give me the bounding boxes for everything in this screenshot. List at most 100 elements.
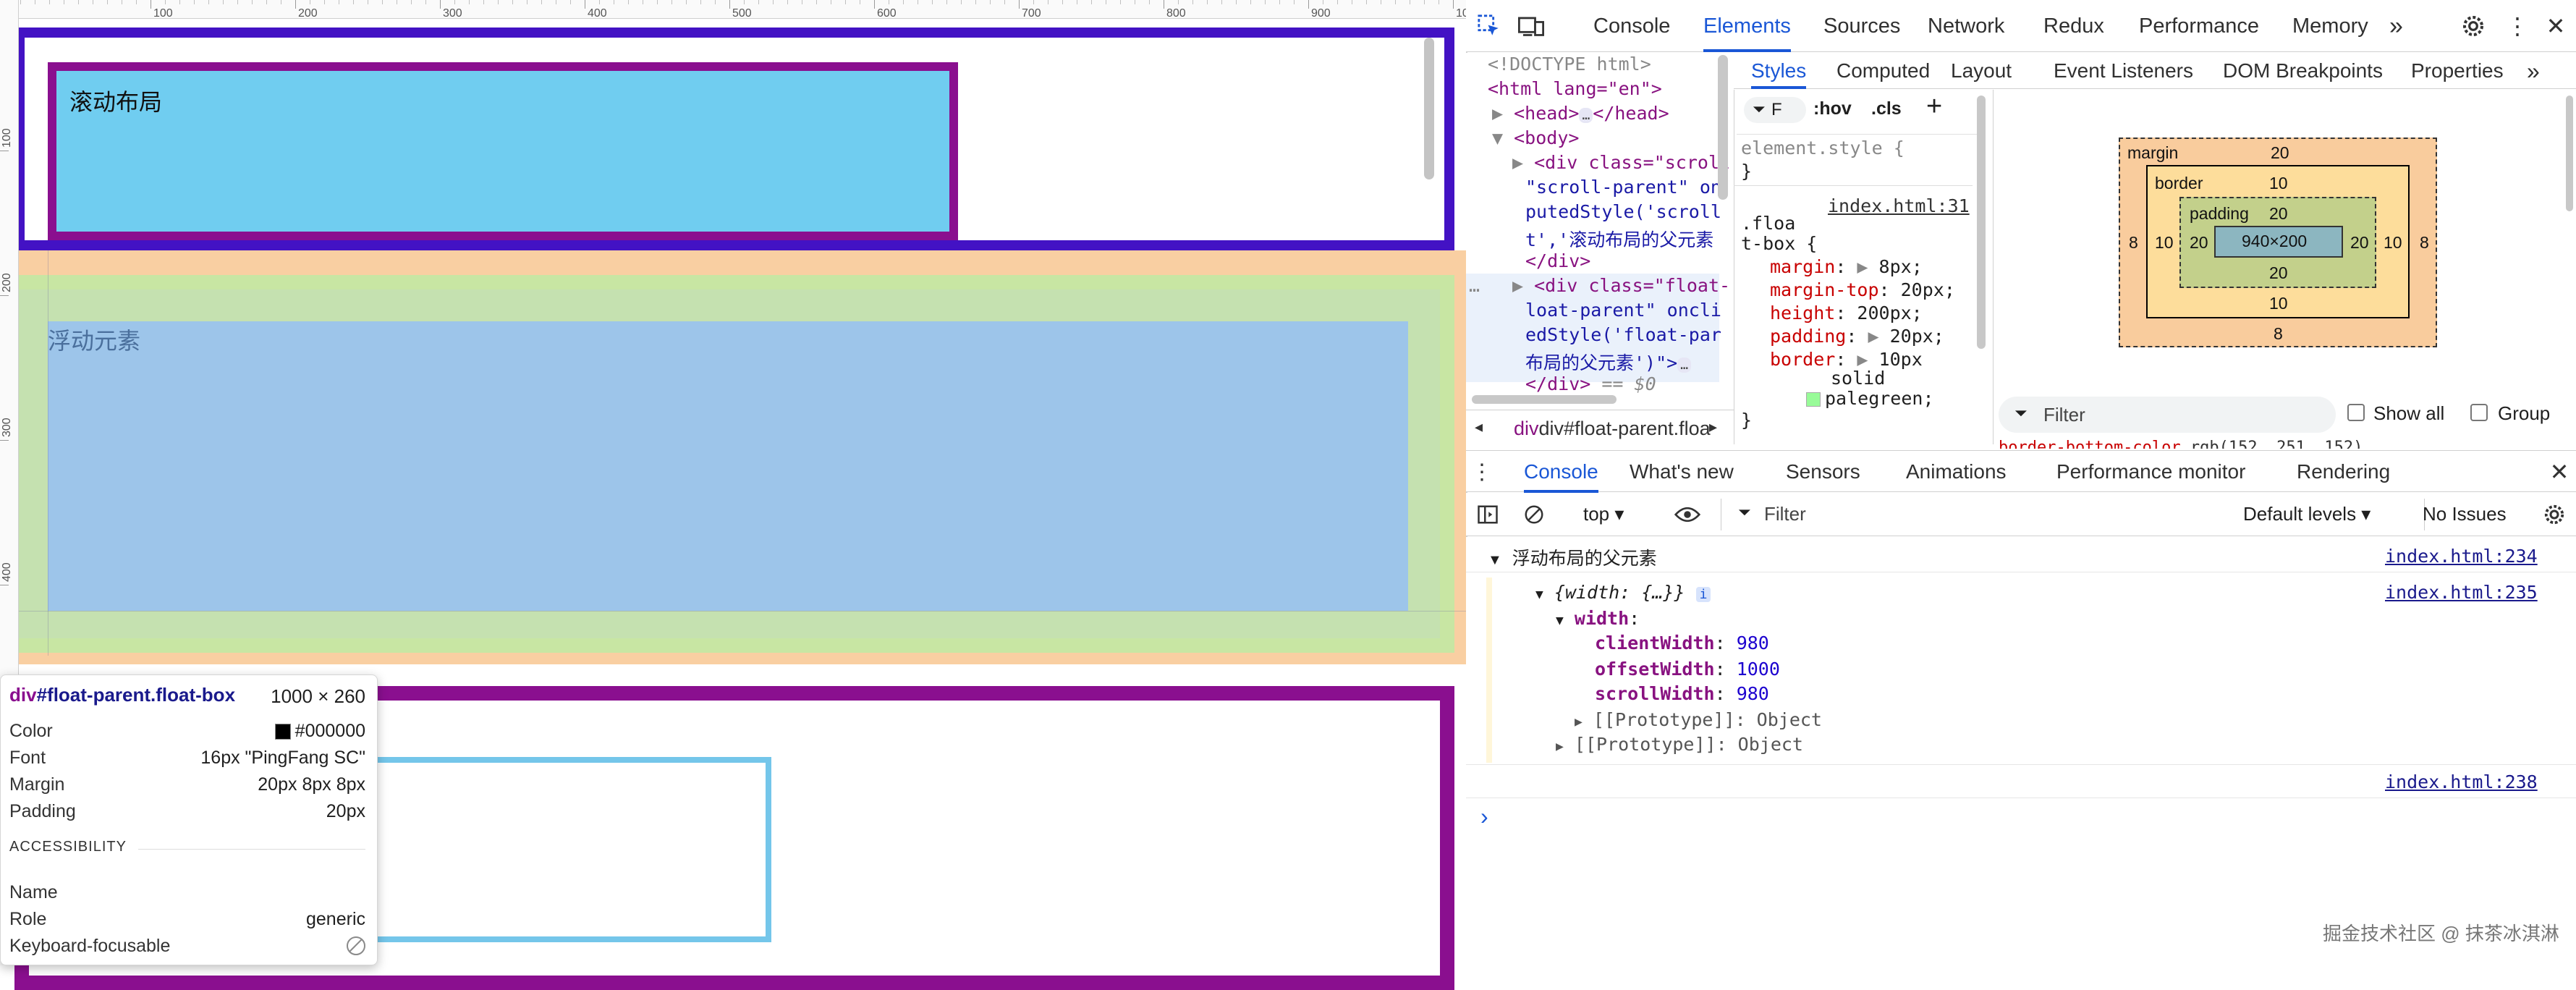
log-levels-dropdown[interactable]: Default levels ▾ [2243, 503, 2370, 525]
scroll-parent-scrollbar[interactable] [1424, 38, 1434, 179]
tab-computed[interactable]: Computed [1836, 53, 1930, 89]
bm-padding-top[interactable]: 20 [2269, 204, 2288, 224]
breadcrumb-right-arrow[interactable]: ▸ [1709, 418, 1717, 436]
console-width-key[interactable]: ▼ width: [1556, 608, 1640, 629]
bm-margin-right[interactable]: 8 [2420, 233, 2429, 253]
prop-border-cont1: solid [1831, 368, 1886, 389]
tab-layout[interactable]: Layout [1951, 53, 2012, 89]
node-ellipsis[interactable]: … [1469, 275, 1480, 296]
issues-count[interactable]: No Issues [2423, 503, 2507, 525]
ruler-label: 400 [1, 562, 13, 582]
ruler-tick [1395, 0, 1396, 4]
more-tabs-icon[interactable]: » [2389, 0, 2403, 52]
computed-filter[interactable]: ⏷ Filter [1999, 397, 2336, 433]
console-settings-icon[interactable] [2541, 502, 2567, 528]
bm-content-size[interactable]: 940×200 [2242, 232, 2307, 251]
console-prototype-inner[interactable]: ▶ [[Prototype]]: Object [1575, 709, 1822, 730]
console-object-preview[interactable]: ▼ {width: {…}} i [1535, 582, 1711, 603]
ruler-tick [353, 0, 354, 4]
clear-console-icon[interactable] [1521, 502, 1547, 528]
tab-network[interactable]: Network [1928, 0, 2004, 52]
drawer-tab-animations[interactable]: Animations [1906, 451, 2007, 493]
tab-event-listeners[interactable]: Event Listeners [2054, 53, 2193, 89]
bm-padding-bottom[interactable]: 20 [2269, 263, 2288, 283]
ruler-tick [469, 0, 470, 4]
styles-scrollbar[interactable] [1977, 96, 1986, 349]
console-source-link-234[interactable]: index.html:234 [2385, 546, 2538, 567]
prop-padding[interactable]: padding: ▶ 20px; [1770, 326, 1944, 347]
float-parent-content[interactable] [48, 321, 1408, 611]
more-options-icon[interactable]: ⋮ [2506, 13, 2529, 39]
close-devtools-icon[interactable]: ✕ [2543, 13, 2569, 39]
scroll-div-node[interactable]: ▶ <div class="scroll [1512, 152, 1730, 173]
rule-source-link[interactable]: index.html:31 [1828, 195, 1970, 216]
group-checkbox[interactable] [2470, 404, 2488, 421]
bm-border-top[interactable]: 10 [2269, 174, 2288, 193]
drawer-tab-whats-new[interactable]: What's new [1630, 451, 1734, 493]
tab-dom-breakpoints[interactable]: DOM Breakpoints [2223, 53, 2383, 89]
bm-margin-bottom[interactable]: 8 [2274, 324, 2283, 344]
bm-margin-label: margin [2127, 143, 2179, 162]
bm-margin-left[interactable]: 8 [2129, 233, 2138, 253]
tab-properties[interactable]: Properties [2411, 53, 2504, 89]
tab-performance[interactable]: Performance [2139, 0, 2259, 52]
bm-border-right[interactable]: 10 [2384, 233, 2402, 253]
tab-memory[interactable]: Memory [2292, 0, 2368, 52]
ruler-tick [1424, 0, 1425, 4]
tab-styles[interactable]: Styles [1751, 53, 1807, 89]
settings-gear-icon[interactable] [2459, 13, 2488, 39]
prop-margin[interactable]: margin: ▶ 8px; [1770, 256, 1923, 277]
element-style-rule[interactable]: element.style { [1741, 138, 1905, 158]
bm-border-left[interactable]: 10 [2155, 233, 2174, 253]
body-node[interactable]: ▼ <body> [1492, 127, 1579, 148]
tab-sources[interactable]: Sources [1823, 0, 1900, 52]
bm-margin-top[interactable]: 20 [2271, 143, 2289, 163]
ruler-tick [194, 0, 195, 4]
console-prompt[interactable]: › [1480, 803, 1488, 830]
elements-scrollbar-vertical[interactable] [1718, 55, 1728, 200]
console-source-link-238[interactable]: index.html:238 [2385, 771, 2538, 792]
inspect-element-icon[interactable] [1475, 13, 1504, 39]
device-toolbar-icon[interactable] [1517, 13, 1546, 39]
ruler-tick [932, 0, 933, 4]
console-prototype-outer[interactable]: ▶ [[Prototype]]: Object [1556, 734, 1803, 755]
console-source-link-235[interactable]: index.html:235 [2385, 582, 2538, 603]
drawer-tab-rendering[interactable]: Rendering [2297, 451, 2390, 493]
tab-redux[interactable]: Redux [2043, 0, 2104, 52]
prop-height[interactable]: height: 200px; [1770, 302, 1923, 323]
prop-border[interactable]: border: ▶ 10px [1770, 349, 1923, 370]
ruler-tick [266, 0, 267, 4]
prop-margin-top[interactable]: margin-top: 20px; [1770, 279, 1955, 300]
html-node[interactable]: <html lang="en"> [1488, 78, 1662, 99]
drawer-menu-icon[interactable]: ⋮ [1471, 458, 1493, 486]
head-node[interactable]: ▶ <head>… </head> [1492, 103, 1669, 124]
ruler-tick [729, 0, 730, 9]
drawer-tab-performance-monitor[interactable]: Performance monitor [2056, 451, 2245, 493]
accessibility-heading: ACCESSIBILITY [9, 839, 135, 855]
context-selector[interactable]: top ▾ [1583, 503, 1624, 525]
elements-scrollbar-horizontal[interactable] [1472, 395, 1617, 404]
ruler-tick [1236, 0, 1237, 4]
float-div-node[interactable]: ▶ <div class="float- [1512, 275, 1730, 296]
tab-console[interactable]: Console [1593, 0, 1670, 52]
hov-toggle[interactable]: :hov [1813, 98, 1852, 119]
show-all-checkbox[interactable] [2347, 404, 2365, 421]
drawer-tab-sensors[interactable]: Sensors [1786, 451, 1860, 493]
close-drawer-icon[interactable]: ✕ [2547, 458, 2572, 486]
console-filter-input[interactable]: Filter [1764, 503, 1806, 525]
live-expression-eye-icon[interactable] [1672, 502, 1703, 528]
more-subtabs-icon[interactable]: » [2527, 53, 2540, 89]
new-rule-icon[interactable]: + [1926, 91, 1942, 122]
sidebar-toggle-icon[interactable] [1475, 502, 1501, 528]
breadcrumb-item[interactable]: divdiv#float-parent.floa [1514, 418, 1711, 440]
bm-padding-left[interactable]: 20 [2190, 233, 2208, 253]
tab-elements[interactable]: Elements [1703, 0, 1791, 52]
drawer-tab-console[interactable]: Console [1524, 451, 1598, 493]
breadcrumb-left-arrow[interactable]: ◂ [1475, 418, 1483, 436]
box-model-scrollbar[interactable] [2566, 96, 2573, 211]
cls-toggle[interactable]: .cls [1871, 98, 1902, 119]
breadcrumb: ◂ divdiv#float-parent.floa ▸ [1466, 410, 1741, 450]
bm-border-bottom[interactable]: 10 [2269, 294, 2288, 313]
console-group-header[interactable]: ▼ 浮动布局的父元素 [1488, 544, 1657, 570]
bm-padding-right[interactable]: 20 [2350, 233, 2369, 253]
